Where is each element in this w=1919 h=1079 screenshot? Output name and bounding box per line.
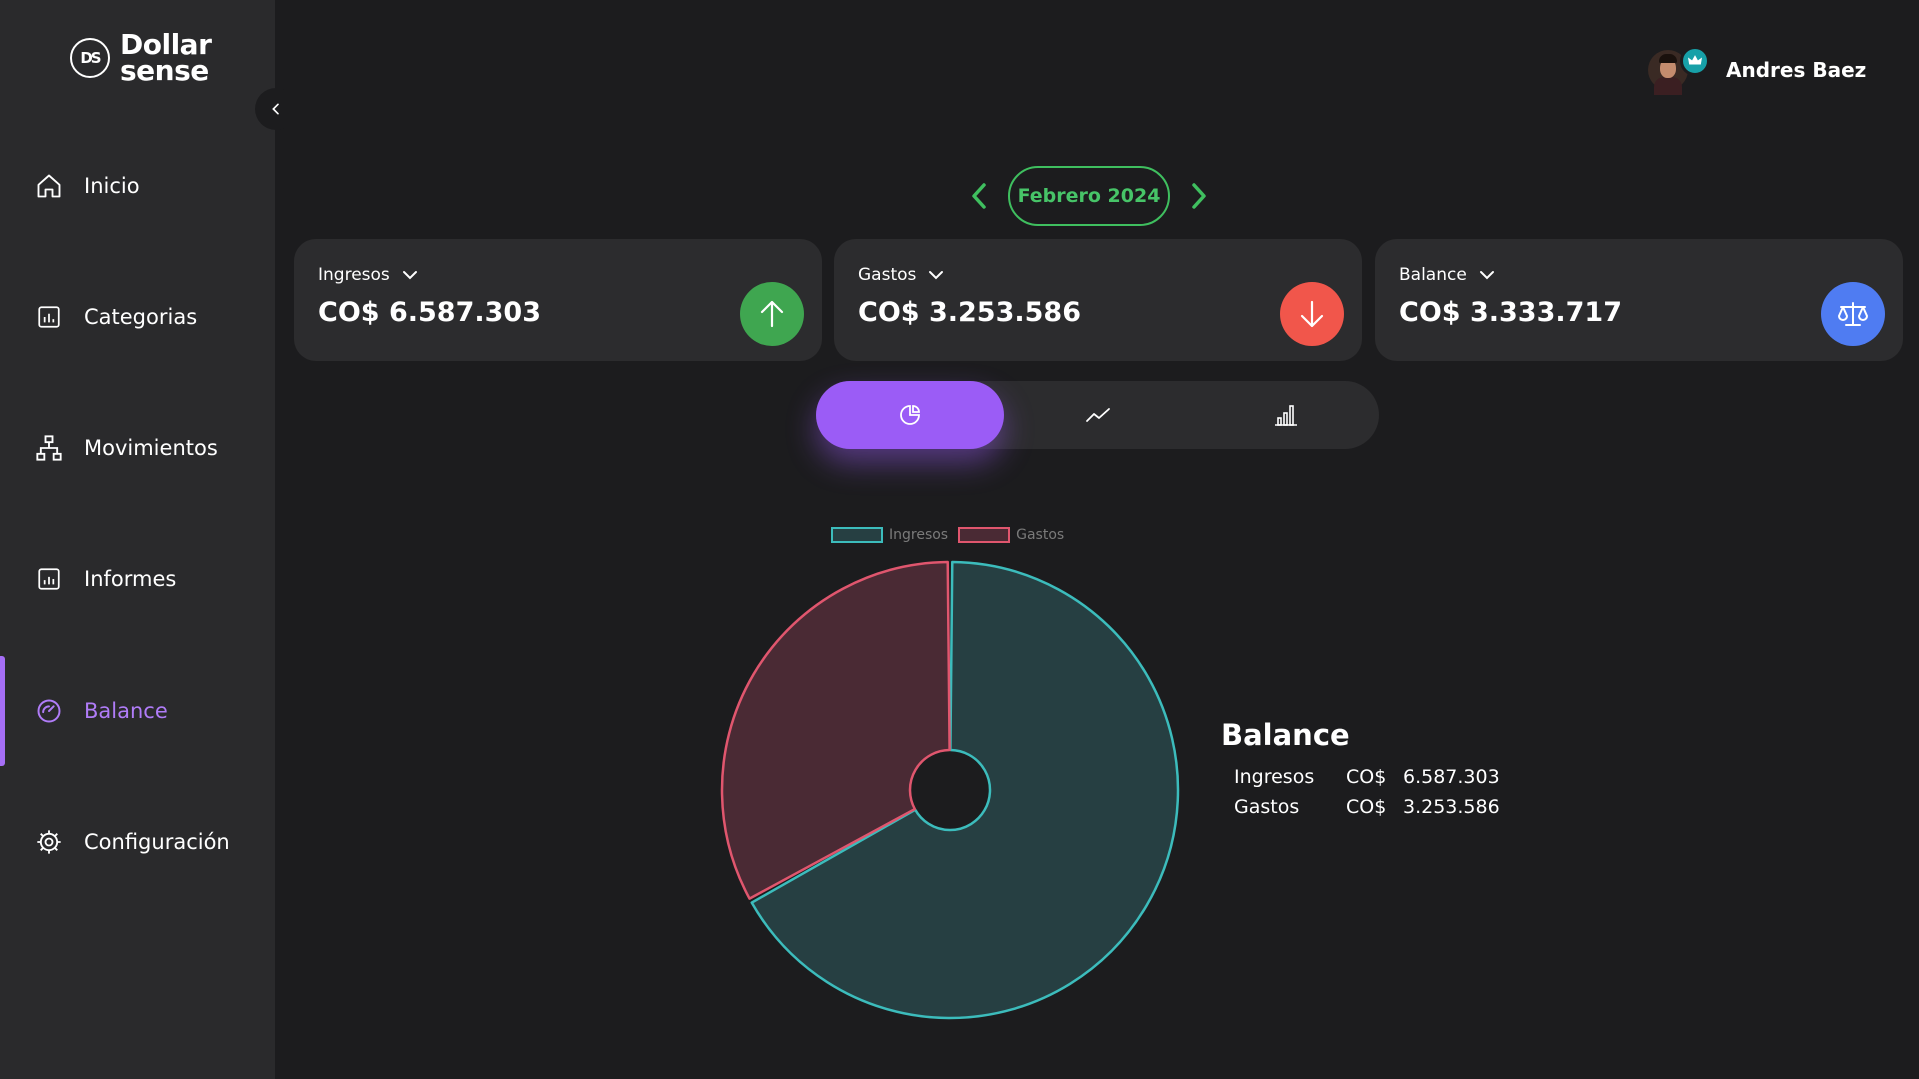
- sidebar-item-inicio[interactable]: Inicio: [0, 131, 275, 241]
- card-value: CO$ 3.253.586: [858, 297, 1081, 328]
- pie-chart-toggle[interactable]: [816, 381, 1004, 449]
- chevron-left-icon: [972, 183, 986, 209]
- sidebar-item-label: Inicio: [84, 174, 140, 198]
- home-icon: [34, 171, 64, 201]
- balance-card: Balance CO$ 3.333.717: [1375, 239, 1903, 361]
- next-month-button[interactable]: [1186, 181, 1212, 211]
- month-label[interactable]: Febrero 2024: [1008, 166, 1170, 226]
- logo-mark: DS: [70, 38, 110, 78]
- sidebar-item-label: Configuración: [84, 830, 230, 854]
- arrow-down-icon: [1280, 282, 1344, 346]
- sidebar-item-balance[interactable]: Balance: [0, 656, 275, 766]
- sidebar-item-label: Movimientos: [84, 436, 218, 460]
- bar-chart-icon: [1275, 405, 1297, 426]
- hierarchy-icon: [34, 433, 64, 463]
- card-label-dropdown[interactable]: Balance: [1399, 265, 1495, 285]
- balance-row-label: Ingresos: [1234, 766, 1315, 788]
- bar-chart-toggle[interactable]: [1192, 381, 1380, 449]
- chevron-down-icon: [929, 271, 944, 280]
- scale-icon: [1821, 282, 1885, 346]
- balance-summary: Balance Ingresos CO$ 6.587.303 Gastos CO…: [1221, 718, 1500, 822]
- app-logo[interactable]: DS Dollar sense: [70, 31, 212, 87]
- chevron-down-icon: [402, 271, 417, 280]
- card-value: CO$ 3.333.717: [1399, 297, 1622, 328]
- card-label: Balance: [1399, 265, 1467, 285]
- balance-row-amount: 3.253.586: [1403, 796, 1500, 818]
- sidebar-item-categorias[interactable]: Categorias: [0, 262, 275, 372]
- sidebar-item-label: Categorias: [84, 305, 198, 329]
- user-name: Andres Baez: [1726, 58, 1867, 82]
- card-label-dropdown[interactable]: Ingresos: [318, 265, 418, 285]
- sidebar: DS Dollar sense Inicio Categorias Movimi…: [0, 0, 275, 1079]
- avatar[interactable]: [1648, 46, 1710, 95]
- card-label: Ingresos: [318, 265, 390, 285]
- collapse-sidebar-button[interactable]: [255, 88, 297, 130]
- chart-box-icon: [34, 302, 64, 332]
- balance-row-label: Gastos: [1234, 796, 1300, 818]
- income-card: Ingresos CO$ 6.587.303: [294, 239, 822, 361]
- month-navigator: Febrero 2024: [966, 166, 1212, 226]
- user-profile[interactable]: Andres Baez: [1648, 46, 1867, 95]
- balance-row: Gastos CO$ 3.253.586: [1234, 792, 1500, 822]
- logo-text-line2: sense: [120, 54, 209, 87]
- chevron-right-icon: [1192, 183, 1206, 209]
- card-value: CO$ 6.587.303: [318, 297, 541, 328]
- balance-row-amount: 6.587.303: [1403, 766, 1500, 788]
- pie-chart-icon: [900, 405, 920, 425]
- chart-type-toggle: [816, 381, 1379, 449]
- balance-title: Balance: [1221, 718, 1350, 752]
- balance-row: Ingresos CO$ 6.587.303: [1234, 762, 1500, 792]
- card-label: Gastos: [858, 265, 917, 285]
- sidebar-item-label: Informes: [84, 567, 177, 591]
- arrow-up-icon: [740, 282, 804, 346]
- gauge-icon: [34, 696, 64, 726]
- sidebar-item-label: Balance: [84, 699, 168, 723]
- chevron-left-icon: [272, 103, 279, 115]
- line-chart-icon: [1086, 408, 1110, 422]
- report-icon: [34, 564, 64, 594]
- expense-card: Gastos CO$ 3.253.586: [834, 239, 1362, 361]
- crown-icon: [1680, 46, 1710, 76]
- sidebar-item-configuracion[interactable]: Configuración: [0, 787, 275, 897]
- balance-row-currency: CO$: [1346, 766, 1387, 788]
- sidebar-item-movimientos[interactable]: Movimientos: [0, 393, 275, 503]
- chevron-down-icon: [1479, 271, 1494, 280]
- gear-icon: [34, 827, 64, 857]
- prev-month-button[interactable]: [966, 181, 992, 211]
- line-chart-toggle[interactable]: [1004, 381, 1192, 449]
- balance-row-currency: CO$: [1346, 796, 1387, 818]
- balance-pie-chart: [720, 560, 1180, 1020]
- card-label-dropdown[interactable]: Gastos: [858, 265, 944, 285]
- sidebar-item-informes[interactable]: Informes: [0, 524, 275, 634]
